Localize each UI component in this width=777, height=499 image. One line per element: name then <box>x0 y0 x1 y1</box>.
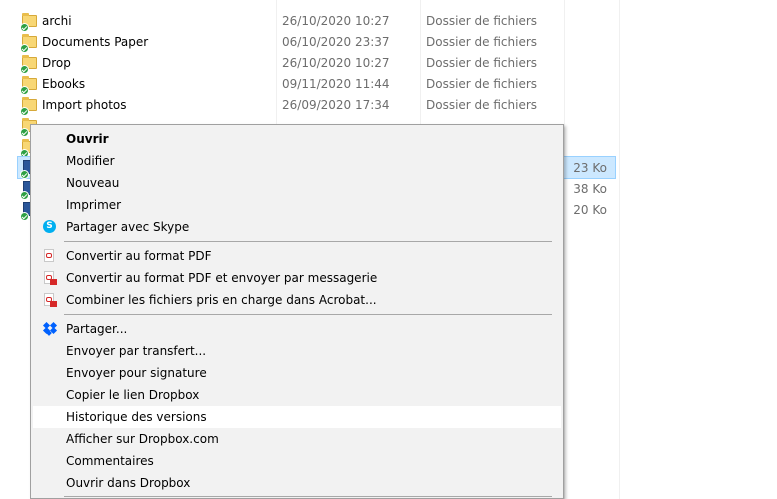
dropbox-icon <box>42 321 58 337</box>
menu-item-partager-dropbox[interactable]: Partager... <box>33 318 561 340</box>
file-date: 26/10/2020 10:27 <box>282 56 390 70</box>
menu-item-ouvrir-dropbox[interactable]: Ouvrir dans Dropbox <box>33 472 561 494</box>
file-name: Drop <box>42 56 71 70</box>
pdf-mail-icon <box>42 270 58 286</box>
synced-folder-icon <box>20 76 38 95</box>
menu-item-label: Nouveau <box>66 176 120 190</box>
menu-item-label: Convertir au format PDF et envoyer par m… <box>66 271 378 285</box>
file-type: Dossier de fichiers <box>426 56 538 70</box>
file-date: 09/11/2020 11:44 <box>282 77 390 91</box>
file-size: 20 Ko <box>573 203 607 217</box>
synced-folder-icon <box>20 34 38 53</box>
file-row-ebooks[interactable]: Ebooks 09/11/2020 11:44 Dossier de fichi… <box>0 73 620 95</box>
menu-item-label: Partager avec Skype <box>66 220 190 234</box>
menu-item-ouvrir[interactable]: Ouvrir <box>33 128 561 150</box>
menu-item-label: Ouvrir <box>66 132 109 146</box>
menu-item-commentaires[interactable]: Commentaires <box>33 450 561 472</box>
menu-separator <box>64 496 552 497</box>
synced-folder-icon <box>20 13 38 32</box>
file-row-archi[interactable]: archi 26/10/2020 10:27 Dossier de fichie… <box>0 10 620 32</box>
menu-item-combiner-acrobat[interactable]: Combiner les fichiers pris en charge dan… <box>33 289 561 311</box>
file-date: 26/09/2020 17:34 <box>282 98 390 112</box>
file-row-documents-paper[interactable]: Documents Paper 06/10/2020 23:37 Dossier… <box>0 31 620 53</box>
menu-item-label: Imprimer <box>66 198 122 212</box>
menu-item-historique-versions[interactable]: Historique des versions <box>33 406 561 428</box>
pdf-icon <box>42 248 58 264</box>
synced-folder-icon <box>20 55 38 74</box>
menu-item-label: Historique des versions <box>66 410 207 424</box>
file-name: Import photos <box>42 98 127 112</box>
menu-item-afficher-dropbox[interactable]: Afficher sur Dropbox.com <box>33 428 561 450</box>
context-menu: Ouvrir Modifier Nouveau Imprimer S Parta… <box>30 124 564 499</box>
menu-item-imprimer[interactable]: Imprimer <box>33 194 561 216</box>
menu-item-label: Envoyer pour signature <box>66 366 207 380</box>
file-date: 06/10/2020 23:37 <box>282 35 390 49</box>
menu-item-label: Modifier <box>66 154 115 168</box>
menu-item-copier-lien-dropbox[interactable]: Copier le lien Dropbox <box>33 384 561 406</box>
menu-item-envoyer-signature[interactable]: Envoyer pour signature <box>33 362 561 384</box>
file-row-import-photos[interactable]: Import photos 26/09/2020 17:34 Dossier d… <box>0 94 620 116</box>
menu-item-label: Afficher sur Dropbox.com <box>66 432 219 446</box>
file-type: Dossier de fichiers <box>426 77 538 91</box>
menu-item-convertir-pdf-messagerie[interactable]: Convertir au format PDF et envoyer par m… <box>33 267 561 289</box>
file-type: Dossier de fichiers <box>426 98 538 112</box>
synced-folder-icon <box>20 97 38 116</box>
menu-item-partager-skype[interactable]: S Partager avec Skype <box>33 216 561 238</box>
menu-item-label: Commentaires <box>66 454 154 468</box>
menu-item-label: Combiner les fichiers pris en charge dan… <box>66 293 377 307</box>
file-type: Dossier de fichiers <box>426 35 538 49</box>
file-name: Documents Paper <box>42 35 149 49</box>
pdf-combine-icon <box>42 292 58 308</box>
menu-item-label: Envoyer par transfert... <box>66 344 207 358</box>
menu-item-modifier[interactable]: Modifier <box>33 150 561 172</box>
menu-item-envoyer-transfert[interactable]: Envoyer par transfert... <box>33 340 561 362</box>
file-type: Dossier de fichiers <box>426 14 538 28</box>
file-name: archi <box>42 14 72 28</box>
menu-item-label: Ouvrir dans Dropbox <box>66 476 191 490</box>
file-name: Ebooks <box>42 77 86 91</box>
file-date: 26/10/2020 10:27 <box>282 14 390 28</box>
skype-icon: S <box>42 219 58 235</box>
file-row-dropbox[interactable]: Drop 26/10/2020 10:27 Dossier de fichier… <box>0 52 620 74</box>
menu-separator <box>64 241 552 242</box>
menu-item-nouveau[interactable]: Nouveau <box>33 172 561 194</box>
menu-item-label: Convertir au format PDF <box>66 249 212 263</box>
menu-item-label: Copier le lien Dropbox <box>66 388 200 402</box>
file-size: 38 Ko <box>573 182 607 196</box>
menu-separator <box>64 314 552 315</box>
menu-item-label: Partager... <box>66 322 128 336</box>
file-size: 23 Ko <box>573 161 607 175</box>
menu-item-convertir-pdf[interactable]: Convertir au format PDF <box>33 245 561 267</box>
